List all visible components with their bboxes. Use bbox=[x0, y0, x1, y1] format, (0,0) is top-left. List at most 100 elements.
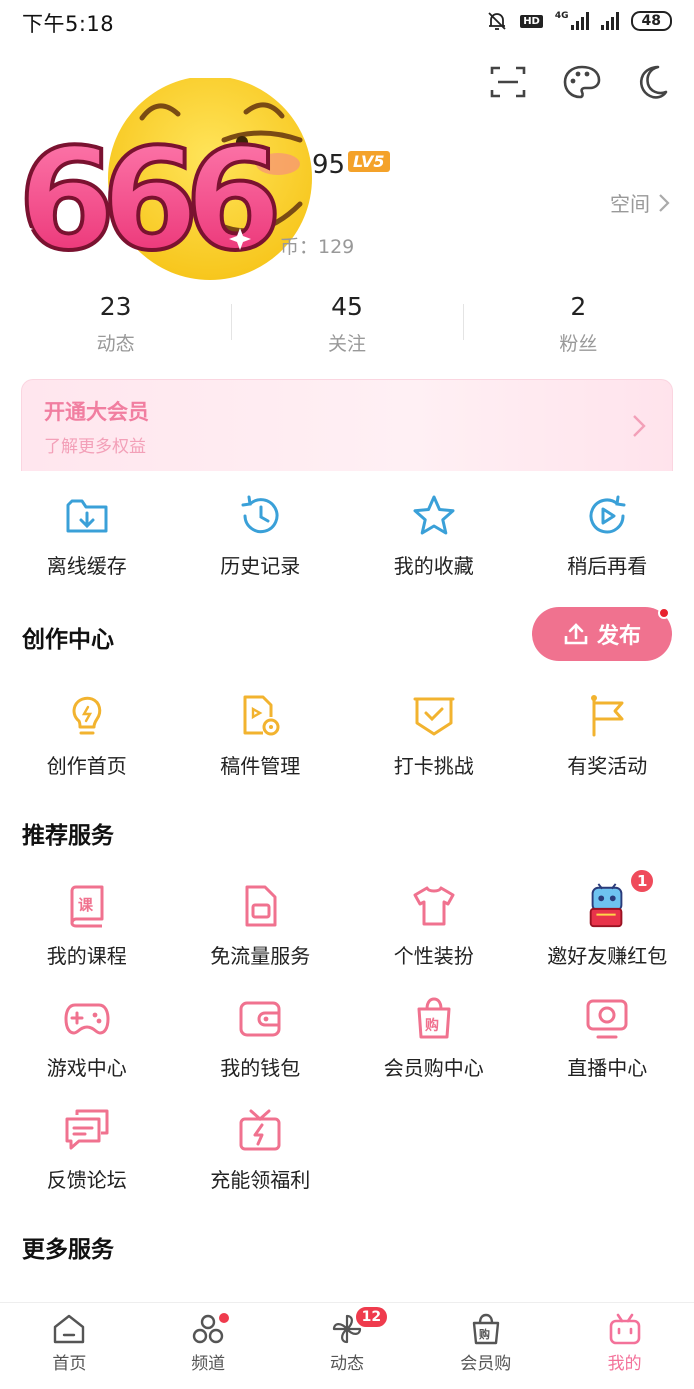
service-label: 充能领福利 bbox=[210, 1168, 311, 1192]
quick-favorites[interactable]: 我的收藏 bbox=[347, 492, 521, 579]
svg-text:购: 购 bbox=[425, 1017, 439, 1034]
quick-actions: 离线缓存 历史记录 我的收藏 稍后再看 bbox=[0, 492, 694, 579]
level-badge: LV5 bbox=[348, 151, 390, 172]
night-mode-moon-icon[interactable] bbox=[636, 64, 676, 100]
scan-icon[interactable] bbox=[488, 64, 528, 100]
service-label: 邀好友赚红包 bbox=[547, 944, 668, 968]
service-free-data[interactable]: 免流量服务 bbox=[174, 882, 348, 969]
nav-label: 动态 bbox=[329, 1354, 364, 1374]
service-label: 反馈论坛 bbox=[46, 1168, 127, 1192]
service-invite-friends[interactable]: 1 邀好友赚红包 bbox=[521, 868, 694, 969]
star-icon bbox=[410, 492, 458, 540]
nav-label: 频道 bbox=[191, 1354, 226, 1374]
stat-label: 动态 bbox=[96, 333, 135, 355]
vip-title: 开通大会员 bbox=[44, 400, 149, 424]
gift-charge-icon bbox=[236, 1106, 284, 1154]
checkin-badge-icon bbox=[410, 692, 458, 740]
section-title-recommended: 推荐服务 bbox=[22, 823, 114, 849]
stat-dynamics[interactable]: 23 动态 bbox=[0, 292, 231, 356]
status-icons: HD 4G 48 bbox=[486, 10, 672, 32]
quick-watch-later[interactable]: 稍后再看 bbox=[521, 492, 694, 579]
service-member-shop[interactable]: 购 会员购中心 bbox=[347, 994, 521, 1081]
recommended-row-3: 反馈论坛 充能领福利 bbox=[0, 1106, 694, 1193]
notification-badge: 1 bbox=[629, 868, 656, 894]
vip-subtitle: 了解更多权益 bbox=[44, 437, 146, 457]
flag-icon bbox=[583, 692, 631, 740]
tshirt-icon bbox=[410, 882, 458, 930]
creation-checkin[interactable]: 打卡挑战 bbox=[347, 692, 521, 779]
quick-label: 历史记录 bbox=[220, 554, 301, 578]
service-label: 会员购中心 bbox=[383, 1056, 484, 1080]
username-partial: 95 bbox=[312, 150, 346, 180]
service-label: 直播中心 bbox=[567, 1056, 648, 1080]
stat-following[interactable]: 45 关注 bbox=[231, 292, 462, 356]
stat-value: 2 bbox=[570, 292, 587, 321]
service-my-courses[interactable]: 课 我的课程 bbox=[0, 882, 174, 969]
history-clock-icon bbox=[236, 492, 284, 540]
nav-dynamics[interactable]: 动态 12 bbox=[278, 1303, 417, 1389]
nav-label: 首页 bbox=[52, 1354, 87, 1374]
notification-dot bbox=[216, 1311, 231, 1325]
service-feedback-forum[interactable]: 反馈论坛 bbox=[0, 1106, 174, 1193]
nav-label: 会员购 bbox=[460, 1354, 512, 1374]
svg-text:课: 课 bbox=[78, 896, 94, 914]
quick-offline-cache[interactable]: 离线缓存 bbox=[0, 492, 174, 579]
lightbulb-icon bbox=[63, 692, 111, 740]
sticker-666-text: 666 bbox=[18, 119, 275, 282]
chevron-right-icon bbox=[659, 193, 670, 212]
avatar-sticker[interactable]: 666 bbox=[10, 76, 320, 288]
shop-bag-icon: 购 bbox=[472, 1313, 499, 1345]
nav-member-shop[interactable]: 购 会员购 bbox=[416, 1303, 555, 1389]
nav-mine[interactable]: 我的 bbox=[555, 1303, 694, 1389]
gamepad-icon bbox=[63, 994, 111, 1042]
nav-channel[interactable]: 频道 bbox=[139, 1303, 278, 1389]
service-label: 免流量服务 bbox=[210, 944, 311, 968]
sim-card-icon bbox=[236, 882, 284, 930]
battery-icon: 48 bbox=[630, 11, 672, 31]
space-link[interactable]: 空间 bbox=[610, 188, 670, 217]
chevron-right-icon bbox=[633, 415, 646, 437]
recommended-row-2: 游戏中心 我的钱包 购 会员购中心 直播中心 bbox=[0, 994, 694, 1081]
play-later-icon bbox=[583, 492, 631, 540]
svg-text:购: 购 bbox=[479, 1327, 490, 1341]
nav-home[interactable]: 首页 bbox=[0, 1303, 139, 1389]
service-label: 我的钱包 bbox=[220, 1056, 301, 1080]
feedback-chat-icon bbox=[63, 1106, 111, 1154]
nav-label: 我的 bbox=[607, 1354, 642, 1374]
publish-button[interactable]: 发布 bbox=[532, 607, 672, 661]
vip-membership-card[interactable]: 开通大会员 了解更多权益 bbox=[21, 379, 673, 471]
service-live-center[interactable]: 直播中心 bbox=[521, 994, 694, 1081]
signal-icon bbox=[600, 12, 619, 30]
service-game-center[interactable]: 游戏中心 bbox=[0, 994, 174, 1081]
creation-home[interactable]: 创作首页 bbox=[0, 692, 174, 779]
quick-history[interactable]: 历史记录 bbox=[174, 492, 348, 579]
service-wallet[interactable]: 我的钱包 bbox=[174, 994, 348, 1081]
invite-robot-icon: 1 bbox=[583, 868, 656, 930]
hd-icon: HD bbox=[520, 14, 543, 28]
live-tv-icon bbox=[583, 994, 631, 1042]
service-label: 游戏中心 bbox=[46, 1056, 127, 1080]
creation-events[interactable]: 有奖活动 bbox=[521, 692, 694, 779]
manuscript-icon bbox=[236, 692, 284, 740]
shopping-bag-icon: 购 bbox=[410, 994, 458, 1042]
signal-4g-icon: 4G bbox=[555, 12, 589, 30]
creation-label: 有奖活动 bbox=[567, 754, 648, 778]
status-time: 下午5:18 bbox=[22, 12, 115, 36]
stat-fans[interactable]: 2 粉丝 bbox=[462, 292, 694, 356]
theme-palette-icon[interactable] bbox=[562, 64, 602, 100]
publish-label: 发布 bbox=[596, 624, 641, 649]
section-title-creation: 创作中心 bbox=[22, 627, 114, 653]
upload-icon bbox=[564, 623, 588, 645]
creation-label: 稿件管理 bbox=[220, 754, 301, 778]
notification-dot bbox=[658, 607, 670, 619]
bottom-nav: 首页 频道 动态 12 购 会员购 我的 bbox=[0, 1302, 694, 1389]
service-dressup[interactable]: 个性装扮 bbox=[347, 882, 521, 969]
mute-bell-icon bbox=[488, 12, 506, 30]
coins-count: 币：129 bbox=[280, 236, 355, 258]
creation-manuscripts[interactable]: 稿件管理 bbox=[174, 692, 348, 779]
wallet-icon bbox=[236, 994, 284, 1042]
stat-value: 45 bbox=[331, 292, 363, 321]
service-charge-welfare[interactable]: 充能领福利 bbox=[174, 1106, 348, 1193]
creation-label: 创作首页 bbox=[46, 754, 127, 778]
creation-label: 打卡挑战 bbox=[393, 754, 474, 778]
